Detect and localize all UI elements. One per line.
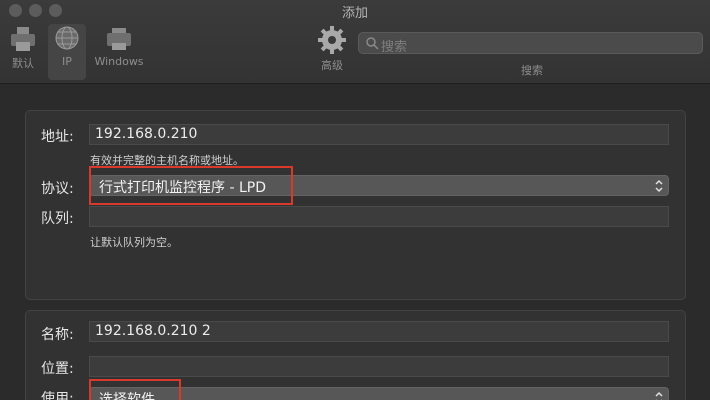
toolbar-windows-label: Windows [94,55,144,68]
location-field[interactable] [89,356,669,377]
name-field[interactable]: 192.168.0.210 2 [89,321,669,342]
updown-chevron-icon [655,391,663,400]
location-label: 位置: [41,361,74,377]
gear-icon [318,26,346,54]
address-value: 192.168.0.210 [95,126,198,142]
toolbar-advanced-label: 高级 [321,59,343,72]
name-value: 192.168.0.210 2 [95,323,211,339]
protocol-highlight-box [89,166,293,205]
queue-field[interactable] [89,206,669,227]
toolbar-search-label: 搜索 [521,64,543,77]
toolbar-ip-label: IP [62,55,72,68]
address-label: 地址: [41,129,74,145]
use-label: 使用: [41,391,74,400]
default-printer-icon [11,27,35,51]
window-titlebar: 添加 默认 IP Windows 高级 搜索 搜索 [0,0,710,84]
queue-hint: 让默认队列为空。 [90,236,178,249]
search-placeholder: 搜索 [381,40,408,55]
protocol-label: 协议: [41,181,74,197]
windows-printer-icon [107,28,131,50]
toolbar-default-label: 默认 [12,57,34,70]
window-title: 添加 [341,6,368,21]
toolbar-default-button[interactable]: 默认 [4,24,42,80]
search-field[interactable]: 搜索 [358,32,703,55]
toolbar-ip-button[interactable]: IP [48,24,86,80]
address-field[interactable]: 192.168.0.210 [89,124,669,145]
updown-chevron-icon [655,179,663,193]
name-label: 名称: [41,327,74,343]
toolbar-advanced-button[interactable]: 高级 [313,24,351,80]
search-icon [366,37,379,50]
toolbar-windows-button[interactable]: Windows [92,24,146,80]
ip-globe-icon [55,26,79,50]
use-highlight-box [89,379,181,400]
queue-label: 队列: [41,211,74,227]
